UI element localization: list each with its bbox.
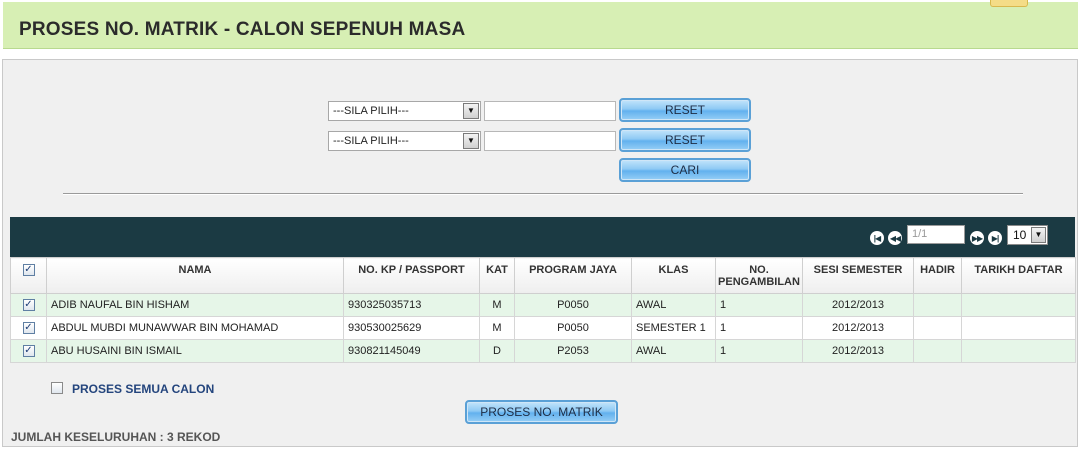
prev-page-icon[interactable]: ◀◀ (888, 231, 902, 245)
cell-program: P0050 (514, 293, 632, 317)
cell-nama: ADIB NAUFAL BIN HISHAM (46, 293, 344, 317)
cell-tarikh (961, 293, 1076, 317)
cell-kat: D (479, 339, 515, 363)
main-panel: ---SILA PILIH--- ▼ RESET ---SILA PILIH--… (2, 59, 1078, 447)
page-indicator[interactable]: 1/1 (907, 225, 965, 244)
cell-hadir (913, 339, 962, 363)
cell-nama: ABDUL MUBDI MUNAWWAR BIN MOHAMAD (46, 316, 344, 340)
cell-sesi: 2012/2013 (802, 339, 914, 363)
cell-hadir (913, 316, 962, 340)
proses-semua-option[interactable]: ✓ PROSES SEMUA CALON (51, 382, 214, 396)
proses-semua-label[interactable]: PROSES SEMUA CALON (72, 382, 214, 396)
proses-semua-checkbox[interactable]: ✓ (51, 382, 63, 395)
filter-select-1-value: ---SILA PILIH--- (333, 105, 409, 117)
cell-klas: AWAL (631, 293, 716, 317)
column-header-sesi[interactable]: SESI SEMESTER (802, 257, 914, 294)
cell-kat: M (479, 316, 515, 340)
first-page-icon[interactable]: |◀ (870, 231, 884, 245)
table-row[interactable]: ✓ ABU HUSAINI BIN ISMAIL 930821145049 D … (10, 339, 1076, 363)
cell-kat: M (479, 293, 515, 317)
cell-kp: 930821145049 (343, 339, 480, 363)
cell-kp: 930325035713 (343, 293, 480, 317)
cell-klas: AWAL (631, 339, 716, 363)
reset-button-2[interactable]: RESET (619, 128, 751, 152)
chevron-down-icon[interactable]: ▼ (1031, 227, 1046, 243)
candidate-table: ✓ NAMA NO. KP / PASSPORT KAT PROGRAM JAY… (10, 257, 1076, 363)
chevron-down-icon[interactable]: ▼ (463, 133, 479, 149)
cell-program: P0050 (514, 316, 632, 340)
filter-input-1[interactable] (484, 101, 616, 121)
table-row[interactable]: ✓ ADIB NAUFAL BIN HISHAM 930325035713 M … (10, 293, 1076, 317)
next-page-icon[interactable]: ▶▶ (970, 231, 984, 245)
cell-hadir (913, 293, 962, 317)
select-all-header[interactable]: ✓ (10, 257, 47, 294)
divider (63, 193, 1023, 195)
column-header-nama[interactable]: NAMA (46, 257, 344, 294)
column-header-hadir[interactable]: HADIR (913, 257, 962, 294)
column-header-tarikh[interactable]: TARIKH DAFTAR (961, 257, 1076, 294)
filter-select-2-value: ---SILA PILIH--- (333, 135, 409, 147)
cell-pengambilan: 1 (715, 339, 803, 363)
select-all-checkbox[interactable]: ✓ (22, 264, 35, 277)
corner-tab[interactable] (990, 0, 1028, 7)
cell-sesi: 2012/2013 (802, 316, 914, 340)
last-page-icon[interactable]: ▶| (988, 231, 1002, 245)
row-checkbox-cell[interactable]: ✓ (10, 316, 47, 340)
cell-nama: ABU HUSAINI BIN ISMAIL (46, 339, 344, 363)
cell-tarikh (961, 339, 1076, 363)
proses-matrik-button[interactable]: PROSES NO. MATRIK (465, 400, 618, 424)
row-checkbox-cell[interactable]: ✓ (10, 339, 47, 363)
column-header-program[interactable]: PROGRAM JAYA (514, 257, 632, 294)
table-header-row: ✓ NAMA NO. KP / PASSPORT KAT PROGRAM JAY… (10, 257, 1076, 294)
column-header-pengambilan[interactable]: NO. PENGAMBILAN (715, 257, 803, 294)
page-size-select[interactable]: 10 ▼ (1007, 225, 1048, 245)
row-checkbox[interactable]: ✓ (22, 299, 35, 312)
cell-klas: SEMESTER 1 (631, 316, 716, 340)
cell-program: P2053 (514, 339, 632, 363)
page-title: PROSES NO. MATRIK - CALON SEPENUH MASA (19, 19, 466, 40)
search-button[interactable]: CARI (619, 158, 751, 182)
cell-sesi: 2012/2013 (802, 293, 914, 317)
cell-tarikh (961, 316, 1076, 340)
chevron-down-icon[interactable]: ▼ (463, 103, 479, 119)
grid-toolbar: |◀ ◀◀ 1/1 ▶▶ ▶| 10 ▼ (10, 217, 1075, 257)
row-checkbox[interactable]: ✓ (22, 345, 35, 358)
page-size-value: 10 (1013, 228, 1027, 242)
row-checkbox[interactable]: ✓ (22, 322, 35, 335)
row-checkbox-cell[interactable]: ✓ (10, 293, 47, 317)
column-header-klas[interactable]: KLAS (631, 257, 716, 294)
table-row[interactable]: ✓ ABDUL MUBDI MUNAWWAR BIN MOHAMAD 93053… (10, 316, 1076, 340)
filter-select-1[interactable]: ---SILA PILIH--- ▼ (328, 101, 481, 121)
cell-pengambilan: 1 (715, 316, 803, 340)
column-header-kat[interactable]: KAT (479, 257, 515, 294)
total-record-count: JUMLAH KESELURUHAN : 3 REKOD (11, 430, 221, 444)
column-header-kp[interactable]: NO. KP / PASSPORT (343, 257, 480, 294)
page-header: PROSES NO. MATRIK - CALON SEPENUH MASA (3, 2, 1078, 49)
cell-pengambilan: 1 (715, 293, 803, 317)
filter-input-2[interactable] (484, 131, 616, 151)
filter-select-2[interactable]: ---SILA PILIH--- ▼ (328, 131, 481, 151)
cell-kp: 930530025629 (343, 316, 480, 340)
reset-button-1[interactable]: RESET (619, 98, 751, 122)
